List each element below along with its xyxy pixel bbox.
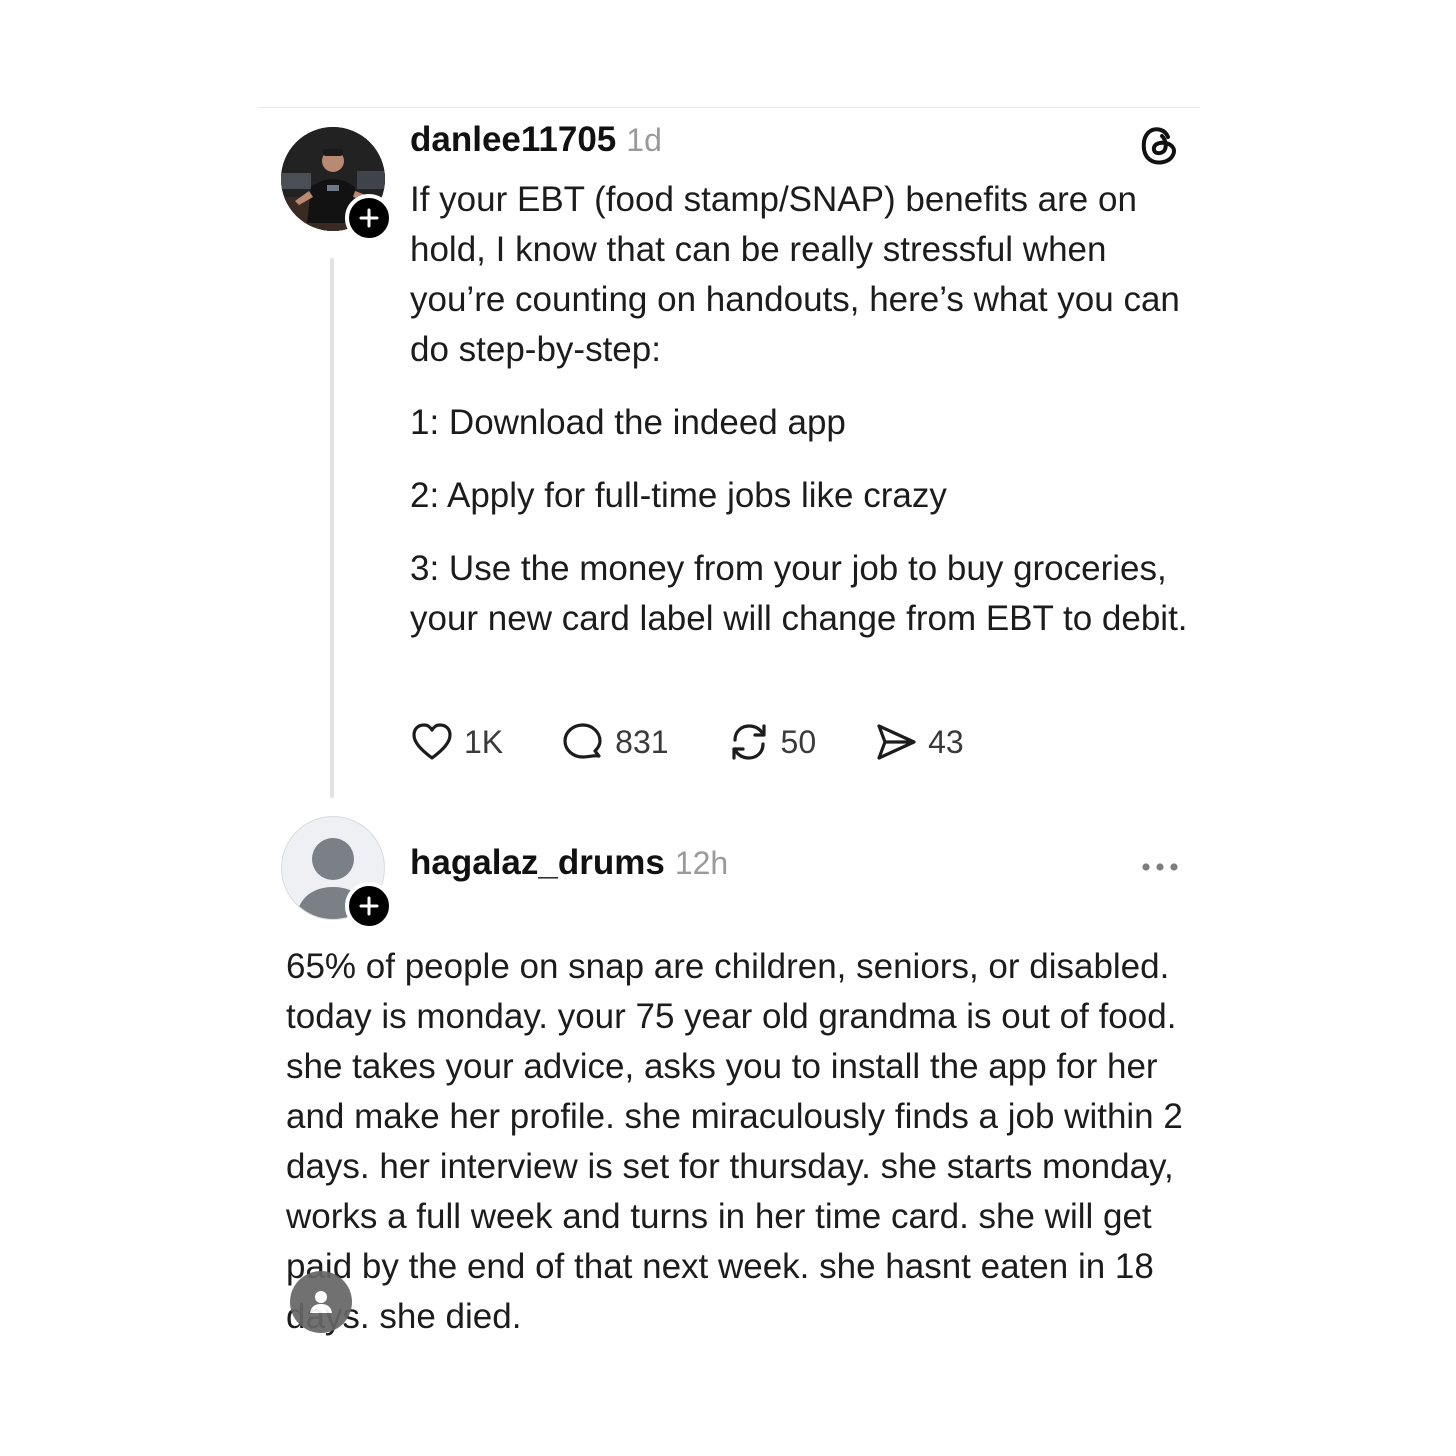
post-time: 1d	[626, 122, 662, 158]
reply-time: 12h	[674, 845, 729, 881]
threads-logo-icon[interactable]	[1138, 123, 1180, 167]
post-paragraph: 1: Download the indeed app	[410, 403, 846, 442]
floating-profile-button[interactable]	[290, 1271, 352, 1333]
post-header: danlee11705 1d	[410, 120, 662, 160]
comment-count: 831	[615, 723, 669, 760]
follow-button[interactable]	[345, 194, 393, 242]
like-count: 1K	[464, 723, 504, 760]
reply-body: 65% of people on snap are children, seni…	[286, 947, 1183, 1336]
more-icon[interactable]	[1140, 858, 1180, 876]
repost-count: 50	[780, 723, 817, 760]
plus-icon	[359, 208, 379, 228]
person-icon	[310, 1291, 332, 1313]
post-body: If your EBT (food stamp/SNAP) benefits a…	[410, 175, 1200, 667]
top-divider	[258, 107, 1200, 108]
thread-line	[330, 258, 334, 798]
share-button[interactable]: 43	[874, 720, 964, 764]
username[interactable]: hagalaz_drums	[410, 843, 665, 883]
post-paragraph: 2: Apply for full-time jobs like crazy	[410, 476, 947, 515]
share-count: 43	[928, 723, 964, 760]
plus-icon	[359, 896, 379, 916]
like-button[interactable]: 1K	[410, 720, 503, 764]
post-paragraph: If your EBT (food stamp/SNAP) benefits a…	[410, 180, 1180, 369]
share-icon	[877, 724, 916, 760]
username[interactable]: danlee11705	[410, 120, 616, 160]
repost-button[interactable]: 50	[727, 720, 817, 764]
comment-button[interactable]: 831	[561, 720, 669, 764]
repost-icon	[731, 724, 766, 760]
reply-header: hagalaz_drums 12h	[410, 843, 728, 883]
comment-icon	[563, 723, 602, 759]
heart-icon	[412, 723, 452, 760]
post-paragraph: 3: Use the money from your job to buy gr…	[410, 549, 1188, 638]
action-bar: 1K 831 50 43	[410, 716, 1022, 768]
follow-button[interactable]	[345, 882, 393, 930]
